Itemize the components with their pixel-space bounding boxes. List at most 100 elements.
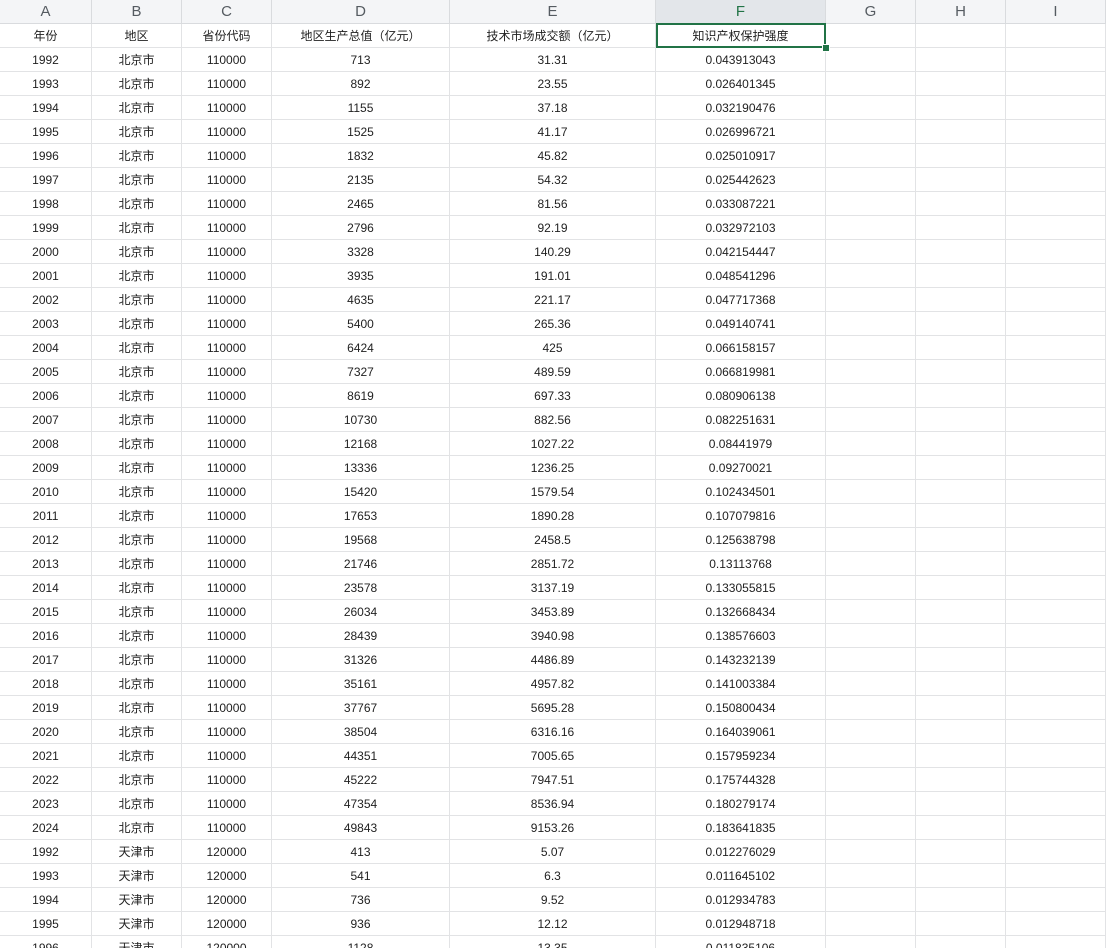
table-cell[interactable]: 110000 (182, 72, 272, 96)
table-cell[interactable] (916, 552, 1006, 576)
header-cell[interactable] (916, 24, 1006, 48)
table-cell[interactable]: 697.33 (450, 384, 656, 408)
table-cell[interactable]: 0.043913043 (656, 48, 826, 72)
table-cell[interactable]: 5695.28 (450, 696, 656, 720)
table-cell[interactable]: 0.13113768 (656, 552, 826, 576)
column-header-b[interactable]: B (92, 0, 182, 23)
table-cell[interactable]: 110000 (182, 408, 272, 432)
table-cell[interactable] (1006, 120, 1106, 144)
table-cell[interactable]: 北京市 (92, 696, 182, 720)
table-cell[interactable] (916, 864, 1006, 888)
table-cell[interactable]: 47354 (272, 792, 450, 816)
table-cell[interactable]: 北京市 (92, 672, 182, 696)
table-cell[interactable]: 81.56 (450, 192, 656, 216)
table-cell[interactable] (1006, 264, 1106, 288)
table-cell[interactable]: 北京市 (92, 288, 182, 312)
table-cell[interactable] (1006, 576, 1106, 600)
table-cell[interactable] (826, 336, 916, 360)
table-cell[interactable] (826, 696, 916, 720)
table-cell[interactable] (826, 552, 916, 576)
header-cell[interactable] (1006, 24, 1106, 48)
column-header-g[interactable]: G (826, 0, 916, 23)
table-cell[interactable]: 110000 (182, 600, 272, 624)
table-cell[interactable]: 110000 (182, 120, 272, 144)
table-cell[interactable]: 26034 (272, 600, 450, 624)
table-cell[interactable]: 13.35 (450, 936, 656, 948)
table-cell[interactable]: 110000 (182, 192, 272, 216)
table-cell[interactable]: 110000 (182, 144, 272, 168)
table-cell[interactable]: 110000 (182, 696, 272, 720)
column-header-h[interactable]: H (916, 0, 1006, 23)
table-cell[interactable]: 北京市 (92, 336, 182, 360)
table-cell[interactable]: 17653 (272, 504, 450, 528)
table-cell[interactable]: 2465 (272, 192, 450, 216)
table-cell[interactable]: 1027.22 (450, 432, 656, 456)
table-cell[interactable] (916, 456, 1006, 480)
table-cell[interactable]: 110000 (182, 624, 272, 648)
table-cell[interactable]: 110000 (182, 576, 272, 600)
table-cell[interactable]: 12168 (272, 432, 450, 456)
table-cell[interactable] (826, 96, 916, 120)
table-cell[interactable]: 0.032972103 (656, 216, 826, 240)
table-cell[interactable] (826, 888, 916, 912)
table-cell[interactable]: 110000 (182, 432, 272, 456)
table-cell[interactable]: 110000 (182, 288, 272, 312)
table-cell[interactable]: 1998 (0, 192, 92, 216)
table-cell[interactable]: 191.01 (450, 264, 656, 288)
column-header-i[interactable]: I (1006, 0, 1106, 23)
table-cell[interactable]: 1832 (272, 144, 450, 168)
table-cell[interactable]: 110000 (182, 648, 272, 672)
table-cell[interactable]: 0.012934783 (656, 888, 826, 912)
table-cell[interactable]: 5.07 (450, 840, 656, 864)
table-cell[interactable]: 2008 (0, 432, 92, 456)
table-cell[interactable]: 3328 (272, 240, 450, 264)
table-cell[interactable]: 2001 (0, 264, 92, 288)
table-cell[interactable] (826, 936, 916, 948)
table-cell[interactable]: 北京市 (92, 48, 182, 72)
table-cell[interactable]: 110000 (182, 792, 272, 816)
table-cell[interactable]: 37.18 (450, 96, 656, 120)
table-cell[interactable]: 2011 (0, 504, 92, 528)
table-cell[interactable]: 120000 (182, 912, 272, 936)
table-cell[interactable]: 北京市 (92, 216, 182, 240)
table-cell[interactable] (916, 336, 1006, 360)
table-cell[interactable]: 1997 (0, 168, 92, 192)
table-cell[interactable]: 45.82 (450, 144, 656, 168)
table-cell[interactable]: 2022 (0, 768, 92, 792)
table-cell[interactable] (1006, 360, 1106, 384)
table-cell[interactable]: 1993 (0, 72, 92, 96)
table-cell[interactable]: 221.17 (450, 288, 656, 312)
table-cell[interactable]: 北京市 (92, 96, 182, 120)
table-cell[interactable] (1006, 528, 1106, 552)
table-cell[interactable]: 0.012948718 (656, 912, 826, 936)
table-cell[interactable] (916, 120, 1006, 144)
table-cell[interactable]: 北京市 (92, 552, 182, 576)
table-cell[interactable]: 2135 (272, 168, 450, 192)
table-cell[interactable]: 2023 (0, 792, 92, 816)
table-cell[interactable]: 15420 (272, 480, 450, 504)
table-cell[interactable]: 2002 (0, 288, 92, 312)
table-cell[interactable]: 1890.28 (450, 504, 656, 528)
table-cell[interactable]: 21746 (272, 552, 450, 576)
table-cell[interactable] (826, 216, 916, 240)
table-cell[interactable] (826, 384, 916, 408)
table-cell[interactable]: 9153.26 (450, 816, 656, 840)
table-cell[interactable]: 1992 (0, 840, 92, 864)
table-cell[interactable]: 49843 (272, 816, 450, 840)
table-cell[interactable]: 140.29 (450, 240, 656, 264)
table-cell[interactable]: 北京市 (92, 816, 182, 840)
table-cell[interactable]: 110000 (182, 48, 272, 72)
table-cell[interactable]: 3935 (272, 264, 450, 288)
table-cell[interactable]: 5400 (272, 312, 450, 336)
table-cell[interactable] (826, 864, 916, 888)
table-cell[interactable]: 120000 (182, 888, 272, 912)
table-cell[interactable]: 2016 (0, 624, 92, 648)
table-cell[interactable]: 0.049140741 (656, 312, 826, 336)
table-cell[interactable]: 0.164039061 (656, 720, 826, 744)
table-cell[interactable]: 0.132668434 (656, 600, 826, 624)
header-cell[interactable]: 省份代码 (182, 24, 272, 48)
table-cell[interactable]: 41.17 (450, 120, 656, 144)
table-cell[interactable]: 2009 (0, 456, 92, 480)
table-cell[interactable]: 110000 (182, 312, 272, 336)
table-cell[interactable] (916, 408, 1006, 432)
